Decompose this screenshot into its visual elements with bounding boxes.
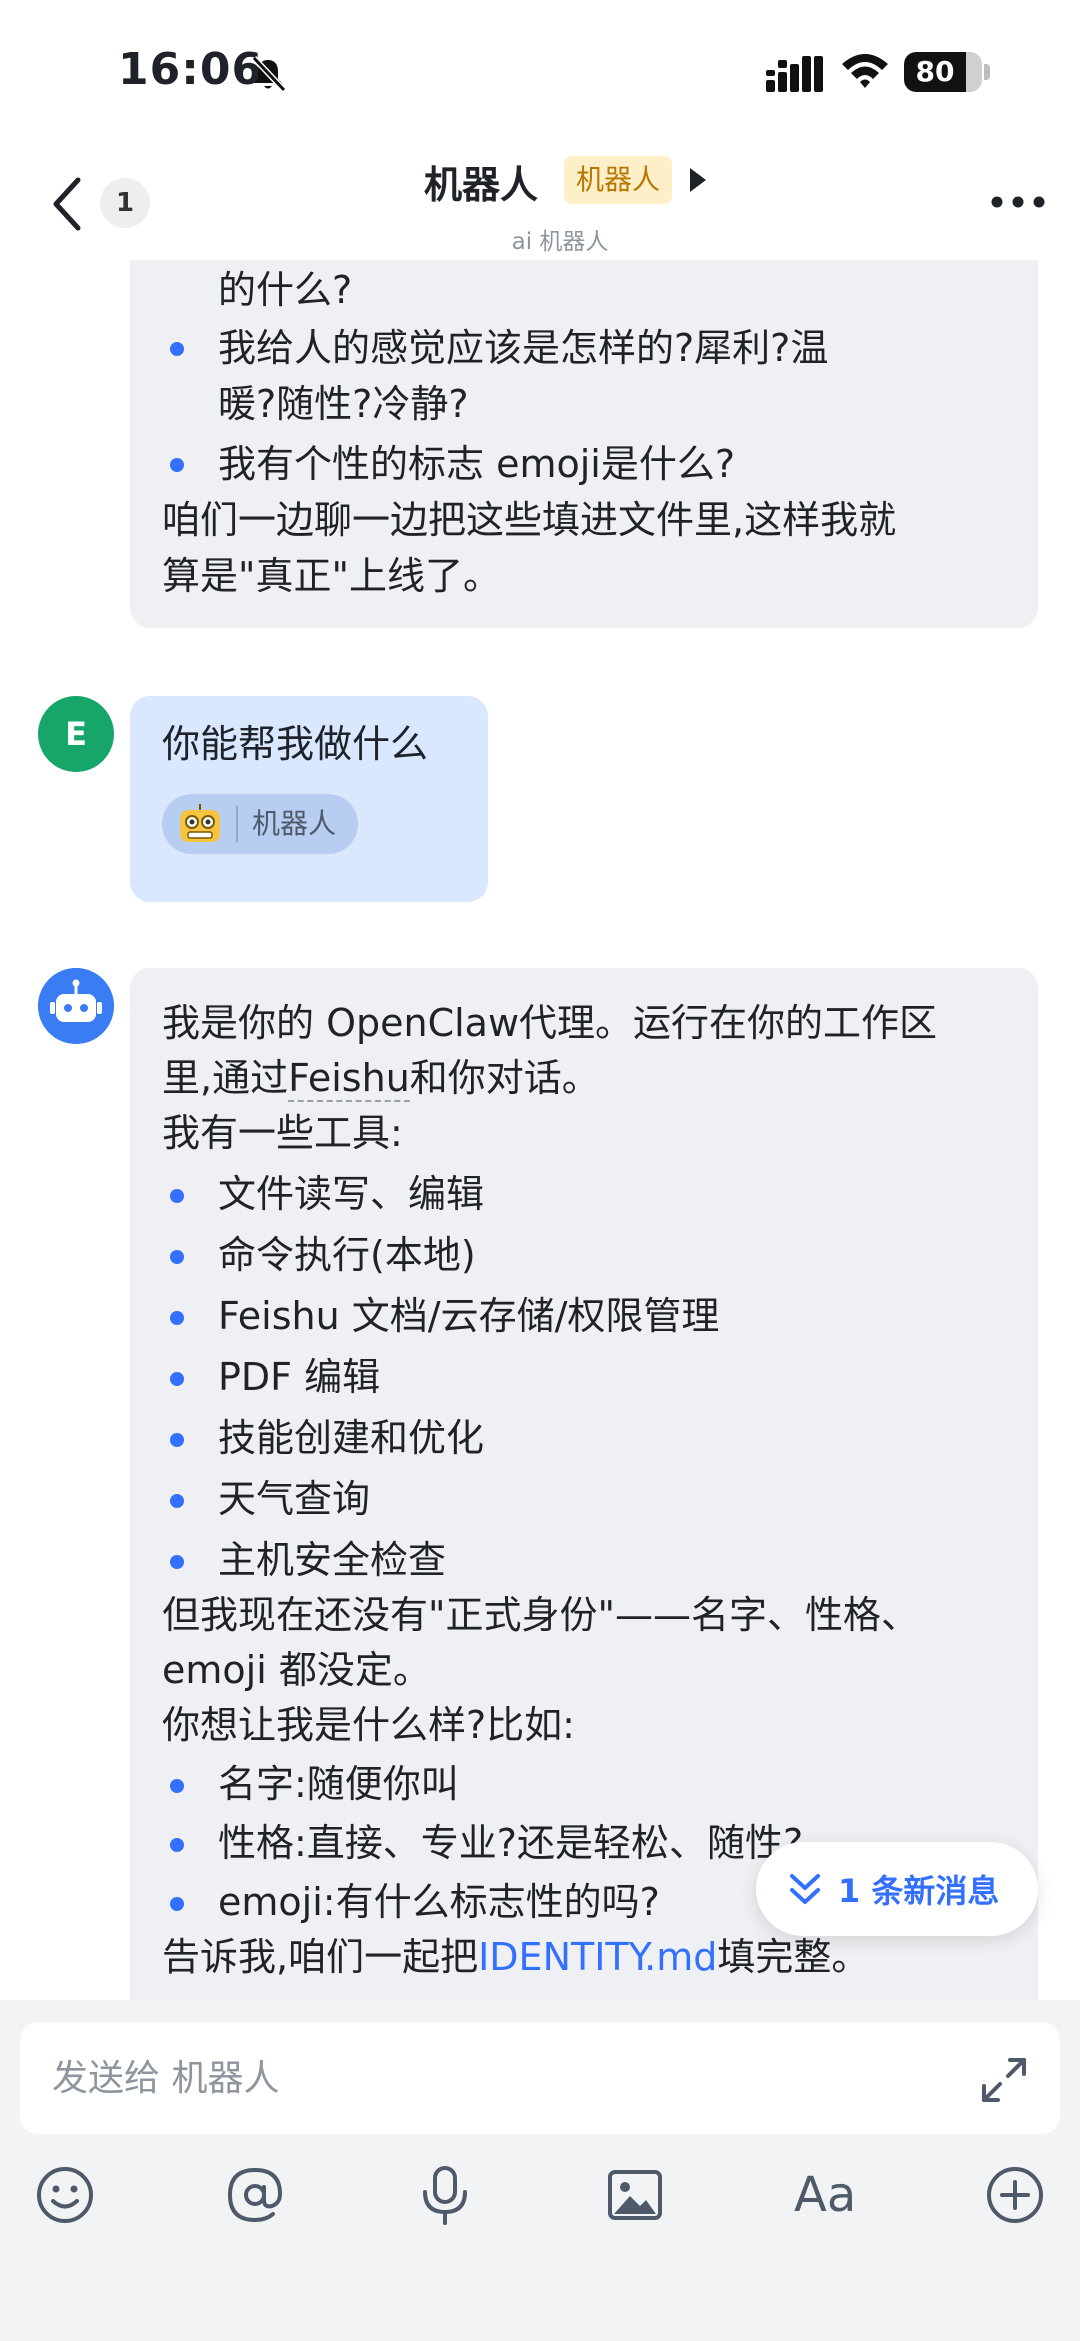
message-text: 里,通过 xyxy=(162,1056,289,1100)
new-messages-button[interactable]: 1 条新消息 xyxy=(756,1842,1038,1936)
status-bar: 16:06 80 xyxy=(0,0,1080,140)
emoji-icon[interactable] xyxy=(30,2160,100,2230)
new-messages-label: 1 条新消息 xyxy=(838,1872,1000,1910)
message-text: 但我现在还没有"正式身份"——名字、性格、 xyxy=(162,1593,919,1637)
list-item: 我有个性的标志 emoji是什么? xyxy=(162,436,1006,492)
message-text: 我给人的感觉应该是怎样的?犀利?温 xyxy=(218,326,829,370)
composer-toolbar: Aa xyxy=(0,2160,1080,2250)
list-item-continuation: 暖?随性?冷静? xyxy=(162,376,1006,432)
image-icon[interactable] xyxy=(600,2160,670,2230)
bot-avatar[interactable] xyxy=(38,968,114,1044)
list-item: 主机安全检查 xyxy=(162,1533,1006,1588)
list-item: 我给人的感觉应该是怎样的?犀利?温 xyxy=(162,320,1006,376)
message-paragraph: 告诉我,咱们一起把IDENTITY.md填完整。 xyxy=(162,1930,1006,1985)
list-item: 文件读写、编辑 xyxy=(162,1167,1006,1222)
cellular-signal-icon xyxy=(766,56,823,92)
user-message-bubble[interactable]: 你能帮我做什么 机器人 xyxy=(130,696,488,902)
list-item: 天气查询 xyxy=(162,1472,1006,1527)
double-chevron-down-icon xyxy=(790,1874,820,1904)
message-text: 你想让我是什么样?比如: xyxy=(162,1703,575,1747)
at-icon[interactable] xyxy=(220,2160,290,2230)
identity-file-link[interactable]: IDENTITY.md xyxy=(478,1935,717,1979)
chat-subtitle: ai 机器人 xyxy=(511,229,609,255)
mention-chip[interactable]: 机器人 xyxy=(162,794,359,854)
chat-header: 1 机器人 机器人 ai 机器人 xyxy=(0,140,1080,260)
message-input[interactable] xyxy=(52,2048,952,2108)
list-item: 名字:随便你叫 xyxy=(162,1757,1006,1812)
mention-label: 机器人 xyxy=(252,807,337,840)
battery-indicator: 80 xyxy=(904,52,982,92)
list-item: PDF 编辑 xyxy=(162,1350,1006,1405)
caret-right-icon[interactable] xyxy=(688,166,708,194)
message-text: 算是"真正"上线了。 xyxy=(162,554,501,598)
message-list[interactable]: 的什么? 我给人的感觉应该是怎样的?犀利?温 暖?随性?冷静? 我有个性的标志 … xyxy=(0,260,1080,2000)
message-text: 你能帮我做什么 xyxy=(162,722,429,766)
message-text: 的什么? xyxy=(218,268,353,312)
bot-message-bubble[interactable]: 的什么? 我给人的感觉应该是怎样的?犀利?温 暖?随性?冷静? 我有个性的标志 … xyxy=(130,260,1038,628)
battery-nub xyxy=(984,64,990,80)
chip-divider xyxy=(236,806,238,842)
robot-emoji-icon xyxy=(180,804,220,842)
message-paragraph: 算是"真正"上线了。 xyxy=(162,548,1006,604)
status-time: 16:06 xyxy=(118,44,264,95)
message-text: 咱们一边聊一边把这些填进文件里,这样我就 xyxy=(162,498,897,542)
composer: Aa xyxy=(0,2000,1080,2341)
plus-circle-icon[interactable] xyxy=(980,2160,1050,2230)
list-item-continuation: 的什么? xyxy=(162,262,1006,318)
microphone-icon[interactable] xyxy=(410,2160,480,2230)
list-item: 命令执行(本地) xyxy=(162,1228,1006,1283)
message-text: 告诉我,咱们一起把 xyxy=(162,1935,479,1979)
message-paragraph: 里,通过Feishu和你对话。 xyxy=(162,1051,1006,1106)
more-dots-icon[interactable] xyxy=(990,194,1046,210)
user-avatar[interactable]: E xyxy=(38,696,114,772)
list-item: Feishu 文档/云存储/权限管理 xyxy=(162,1289,1006,1344)
message-text: 我有一些工具: xyxy=(162,1111,403,1155)
message-text: emoji 都没定。 xyxy=(162,1648,431,1692)
chat-title[interactable]: 机器人 xyxy=(424,154,538,209)
font-icon[interactable]: Aa xyxy=(794,2160,856,2230)
battery-level: 80 xyxy=(915,55,955,88)
message-text: 暖?随性?冷静? xyxy=(218,382,469,426)
unread-count-badge[interactable]: 1 xyxy=(100,178,150,228)
message-text: 我是你的 OpenClaw代理。运行在你的工作区 xyxy=(162,1001,938,1045)
list-item: 技能创建和优化 xyxy=(162,1411,1006,1466)
wifi-icon xyxy=(842,54,888,88)
message-text: 和你对话。 xyxy=(409,1056,600,1100)
bell-slash-icon xyxy=(251,55,287,93)
bot-tag: 机器人 xyxy=(564,156,673,204)
message-input-box[interactable] xyxy=(20,2022,1060,2134)
feishu-entity-link[interactable]: Feishu xyxy=(288,1056,410,1102)
message-text: 我有个性的标志 emoji是什么? xyxy=(218,442,736,486)
message-text: 填完整。 xyxy=(717,1935,870,1979)
expand-icon[interactable] xyxy=(976,2052,1032,2108)
message-paragraph: 咱们一边聊一边把这些填进文件里,这样我就 xyxy=(162,492,1006,548)
